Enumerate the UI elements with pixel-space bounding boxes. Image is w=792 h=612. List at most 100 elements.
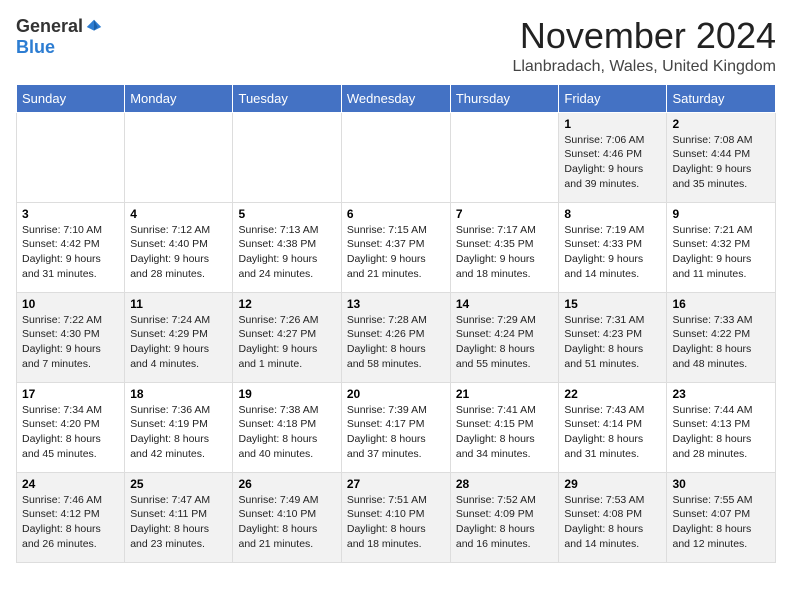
- day-number: 5: [238, 207, 335, 221]
- calendar-cell: 17 Sunrise: 7:34 AM Sunset: 4:20 PM Dayli…: [17, 382, 125, 472]
- calendar-cell: 12Sunrise: 7:26 AM Sunset: 4:27 PM Dayli…: [233, 292, 341, 382]
- day-number: 14: [456, 297, 554, 311]
- location-title: Llanbradach, Wales, United Kingdom: [512, 58, 776, 76]
- day-info: Sunrise: 7:29 AM Sunset: 4:24 PM Dayligh…: [456, 313, 554, 372]
- day-info: Sunrise: 7:12 AM Sunset: 4:40 PM Dayligh…: [130, 223, 227, 282]
- calendar-cell: [125, 112, 233, 202]
- logo-text: General: [16, 16, 103, 37]
- calendar-cell: 18 Sunrise: 7:36 AM Sunset: 4:19 PM Dayli…: [125, 382, 233, 472]
- weekday-header-saturday: Saturday: [667, 84, 776, 112]
- day-number: 24: [22, 477, 119, 491]
- day-number: 28: [456, 477, 554, 491]
- day-info: Sunrise: 7:46 AM Sunset: 4:12 PM Dayligh…: [22, 493, 119, 552]
- day-number: 9: [672, 207, 770, 221]
- title-area: November 2024 Llanbradach, Wales, United…: [512, 16, 776, 76]
- calendar-cell: 19 Sunrise: 7:38 AM Sunset: 4:18 PM Dayli…: [233, 382, 341, 472]
- calendar-cell: 5 Sunrise: 7:13 AM Sunset: 4:38 PM Daylig…: [233, 202, 341, 292]
- month-title: November 2024: [512, 16, 776, 56]
- day-info: Sunrise: 7:41 AM Sunset: 4:15 PM Dayligh…: [456, 403, 554, 462]
- day-number: 11: [130, 297, 227, 311]
- day-number: 15: [564, 297, 661, 311]
- day-info: Sunrise: 7:28 AM Sunset: 4:26 PM Dayligh…: [347, 313, 445, 372]
- day-number: 8: [564, 207, 661, 221]
- day-info: Sunrise: 7:34 AM Sunset: 4:20 PM Dayligh…: [22, 403, 119, 462]
- day-info: Sunrise: 7:31 AM Sunset: 4:23 PM Dayligh…: [564, 313, 661, 372]
- logo: General Blue: [16, 16, 103, 58]
- calendar-cell: 23Sunrise: 7:44 AM Sunset: 4:13 PM Dayli…: [667, 382, 776, 472]
- day-info: Sunrise: 7:49 AM Sunset: 4:10 PM Dayligh…: [238, 493, 335, 552]
- day-number: 19: [238, 387, 335, 401]
- calendar-cell: 3Sunrise: 7:10 AM Sunset: 4:42 PM Daylig…: [17, 202, 125, 292]
- calendar-cell: 4 Sunrise: 7:12 AM Sunset: 4:40 PM Daylig…: [125, 202, 233, 292]
- calendar: SundayMondayTuesdayWednesdayThursdayFrid…: [16, 84, 776, 563]
- logo-blue: Blue: [16, 37, 55, 58]
- week-row-4: 24 Sunrise: 7:46 AM Sunset: 4:12 PM Dayli…: [17, 472, 776, 562]
- calendar-cell: 24 Sunrise: 7:46 AM Sunset: 4:12 PM Dayli…: [17, 472, 125, 562]
- day-info: Sunrise: 7:13 AM Sunset: 4:38 PM Dayligh…: [238, 223, 335, 282]
- calendar-cell: 8Sunrise: 7:19 AM Sunset: 4:33 PM Daylig…: [559, 202, 667, 292]
- day-number: 10: [22, 297, 119, 311]
- day-info: Sunrise: 7:36 AM Sunset: 4:19 PM Dayligh…: [130, 403, 227, 462]
- day-number: 1: [564, 117, 661, 131]
- calendar-cell: 30Sunrise: 7:55 AM Sunset: 4:07 PM Dayli…: [667, 472, 776, 562]
- weekday-header-tuesday: Tuesday: [233, 84, 341, 112]
- day-number: 27: [347, 477, 445, 491]
- logo-general: General: [16, 16, 83, 37]
- calendar-cell: 29 Sunrise: 7:53 AM Sunset: 4:08 PM Dayli…: [559, 472, 667, 562]
- calendar-cell: 11Sunrise: 7:24 AM Sunset: 4:29 PM Dayli…: [125, 292, 233, 382]
- day-number: 6: [347, 207, 445, 221]
- calendar-cell: 13Sunrise: 7:28 AM Sunset: 4:26 PM Dayli…: [341, 292, 450, 382]
- calendar-cell: 14 Sunrise: 7:29 AM Sunset: 4:24 PM Dayli…: [450, 292, 559, 382]
- day-number: 29: [564, 477, 661, 491]
- day-info: Sunrise: 7:47 AM Sunset: 4:11 PM Dayligh…: [130, 493, 227, 552]
- calendar-cell: 27 Sunrise: 7:51 AM Sunset: 4:10 PM Dayli…: [341, 472, 450, 562]
- day-info: Sunrise: 7:08 AM Sunset: 4:44 PM Dayligh…: [672, 133, 770, 192]
- header-area: General Blue November 2024 Llanbradach, …: [16, 16, 776, 76]
- calendar-cell: 7Sunrise: 7:17 AM Sunset: 4:35 PM Daylig…: [450, 202, 559, 292]
- day-info: Sunrise: 7:39 AM Sunset: 4:17 PM Dayligh…: [347, 403, 445, 462]
- weekday-header-wednesday: Wednesday: [341, 84, 450, 112]
- calendar-cell: 22Sunrise: 7:43 AM Sunset: 4:14 PM Dayli…: [559, 382, 667, 472]
- day-number: 26: [238, 477, 335, 491]
- day-info: Sunrise: 7:15 AM Sunset: 4:37 PM Dayligh…: [347, 223, 445, 282]
- calendar-cell: 28 Sunrise: 7:52 AM Sunset: 4:09 PM Dayli…: [450, 472, 559, 562]
- calendar-cell: 6 Sunrise: 7:15 AM Sunset: 4:37 PM Daylig…: [341, 202, 450, 292]
- day-number: 25: [130, 477, 227, 491]
- day-number: 4: [130, 207, 227, 221]
- day-info: Sunrise: 7:52 AM Sunset: 4:09 PM Dayligh…: [456, 493, 554, 552]
- calendar-cell: 16 Sunrise: 7:33 AM Sunset: 4:22 PM Dayli…: [667, 292, 776, 382]
- day-info: Sunrise: 7:17 AM Sunset: 4:35 PM Dayligh…: [456, 223, 554, 282]
- calendar-cell: [341, 112, 450, 202]
- day-number: 16: [672, 297, 770, 311]
- calendar-cell: [233, 112, 341, 202]
- weekday-header-row: SundayMondayTuesdayWednesdayThursdayFrid…: [17, 84, 776, 112]
- day-number: 12: [238, 297, 335, 311]
- day-info: Sunrise: 7:38 AM Sunset: 4:18 PM Dayligh…: [238, 403, 335, 462]
- day-info: Sunrise: 7:06 AM Sunset: 4:46 PM Dayligh…: [564, 133, 661, 192]
- week-row-0: 1 Sunrise: 7:06 AM Sunset: 4:46 PM Daylig…: [17, 112, 776, 202]
- day-info: Sunrise: 7:53 AM Sunset: 4:08 PM Dayligh…: [564, 493, 661, 552]
- week-row-1: 3Sunrise: 7:10 AM Sunset: 4:42 PM Daylig…: [17, 202, 776, 292]
- day-info: Sunrise: 7:22 AM Sunset: 4:30 PM Dayligh…: [22, 313, 119, 372]
- day-info: Sunrise: 7:51 AM Sunset: 4:10 PM Dayligh…: [347, 493, 445, 552]
- day-number: 2: [672, 117, 770, 131]
- calendar-cell: 26 Sunrise: 7:49 AM Sunset: 4:10 PM Dayli…: [233, 472, 341, 562]
- calendar-cell: [17, 112, 125, 202]
- day-number: 21: [456, 387, 554, 401]
- calendar-cell: 21 Sunrise: 7:41 AM Sunset: 4:15 PM Dayli…: [450, 382, 559, 472]
- day-info: Sunrise: 7:43 AM Sunset: 4:14 PM Dayligh…: [564, 403, 661, 462]
- day-number: 18: [130, 387, 227, 401]
- calendar-cell: 25 Sunrise: 7:47 AM Sunset: 4:11 PM Dayli…: [125, 472, 233, 562]
- weekday-header-monday: Monday: [125, 84, 233, 112]
- weekday-header-sunday: Sunday: [17, 84, 125, 112]
- weekday-header-friday: Friday: [559, 84, 667, 112]
- day-info: Sunrise: 7:44 AM Sunset: 4:13 PM Dayligh…: [672, 403, 770, 462]
- day-info: Sunrise: 7:33 AM Sunset: 4:22 PM Dayligh…: [672, 313, 770, 372]
- day-number: 17: [22, 387, 119, 401]
- week-row-2: 10 Sunrise: 7:22 AM Sunset: 4:30 PM Dayli…: [17, 292, 776, 382]
- weekday-header-thursday: Thursday: [450, 84, 559, 112]
- day-number: 3: [22, 207, 119, 221]
- day-number: 30: [672, 477, 770, 491]
- calendar-cell: 20Sunrise: 7:39 AM Sunset: 4:17 PM Dayli…: [341, 382, 450, 472]
- week-row-3: 17 Sunrise: 7:34 AM Sunset: 4:20 PM Dayli…: [17, 382, 776, 472]
